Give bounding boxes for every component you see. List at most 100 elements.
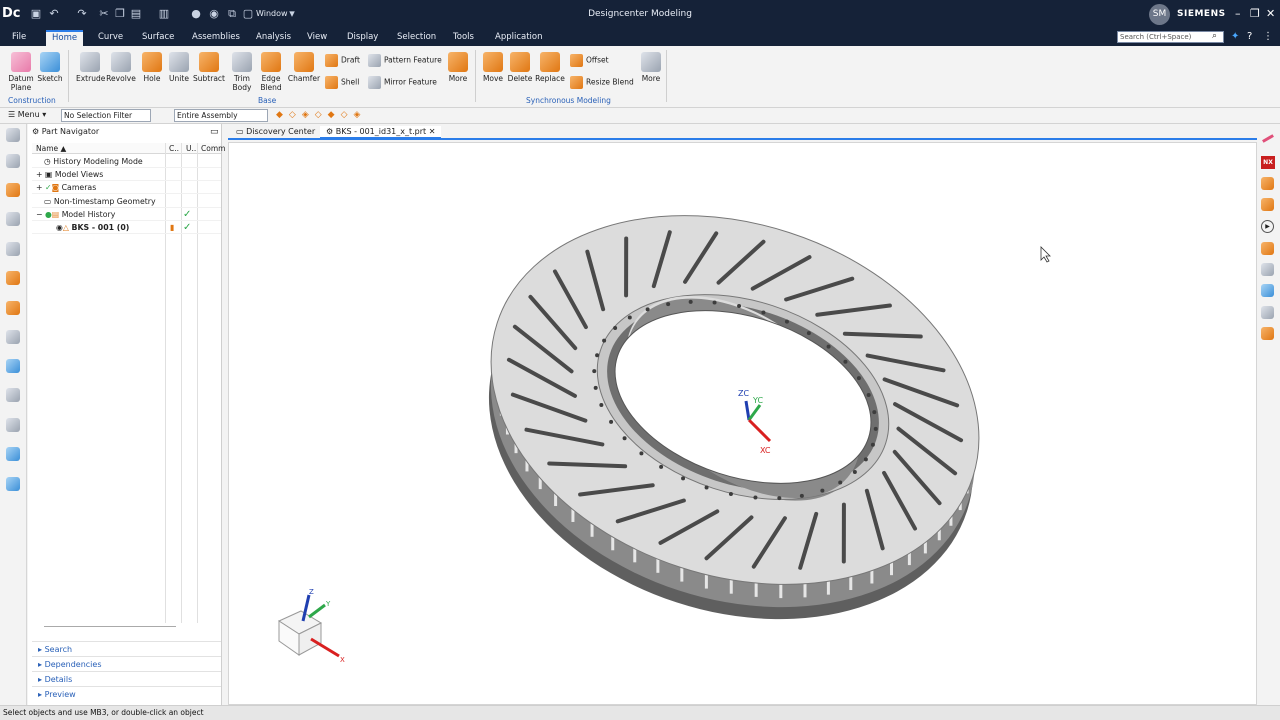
unite-button[interactable]: Unite: [166, 52, 192, 83]
close-icon[interactable]: ✕: [1266, 7, 1275, 20]
accordion-details[interactable]: ▸ Details: [32, 671, 221, 686]
selection-filter-dropdown[interactable]: No Selection Filter: [61, 109, 151, 122]
web-browser-icon[interactable]: [6, 359, 20, 373]
replace-button[interactable]: Replace: [534, 52, 566, 83]
sketch-button[interactable]: Sketch: [37, 52, 63, 83]
tab-application[interactable]: Application: [489, 31, 549, 46]
tab-discovery-center[interactable]: ▭ Discovery Center: [230, 126, 321, 137]
accordion-preview[interactable]: ▸ Preview: [32, 686, 221, 701]
mirror-feature-button[interactable]: Mirror Feature: [368, 76, 437, 89]
tab-assemblies[interactable]: Assemblies: [186, 31, 246, 46]
group-construction[interactable]: Construction: [8, 96, 56, 105]
settings-icon[interactable]: [6, 128, 20, 142]
col-current[interactable]: C..: [169, 144, 179, 153]
search-icon[interactable]: ⌕: [1212, 31, 1217, 41]
right-tool-icon-5[interactable]: [1261, 284, 1274, 297]
accordion-dependencies[interactable]: ▸ Dependencies: [32, 656, 221, 671]
bolt-hole: [866, 393, 871, 398]
nav-row-model-views[interactable]: + ▣ Model Views: [32, 168, 221, 181]
folder-icon: ▭: [44, 197, 54, 206]
right-tool-icon-7[interactable]: [1261, 327, 1274, 340]
nav-row-cameras[interactable]: + ✓◙ Cameras: [32, 181, 221, 194]
chamfer-button[interactable]: Chamfer: [287, 52, 321, 83]
tab-file[interactable]: File: [6, 31, 32, 46]
more-base-button[interactable]: More: [446, 52, 470, 83]
user-avatar[interactable]: SM: [1149, 4, 1170, 25]
maximize-panel-icon[interactable]: ▭: [210, 127, 219, 137]
draft-button[interactable]: Draft: [325, 54, 360, 67]
right-tool-icon-1[interactable]: [1261, 177, 1274, 190]
tab-analysis[interactable]: Analysis: [250, 31, 297, 46]
col-name[interactable]: Name ▲: [36, 144, 66, 153]
bolt-hole: [659, 464, 664, 469]
tab-tools[interactable]: Tools: [447, 31, 480, 46]
hd3d-icon[interactable]: [6, 271, 20, 285]
tab-part-file[interactable]: ⚙ BKS - 001_id31_x_t.prt ✕: [320, 126, 442, 139]
move-button[interactable]: Move: [480, 52, 506, 83]
more-sync-button[interactable]: More: [639, 52, 663, 83]
sketch-label: Sketch: [37, 74, 63, 83]
nav-row-non-timestamp[interactable]: ▭ Non-timestamp Geometry: [32, 195, 221, 208]
play-icon[interactable]: ▶: [1261, 220, 1274, 233]
tools-icon[interactable]: [6, 477, 20, 491]
subtract-button[interactable]: Subtract: [193, 52, 225, 83]
right-tool-icon-6[interactable]: [1261, 306, 1274, 319]
col-uptodate[interactable]: U..: [186, 144, 196, 153]
resize-blend-button[interactable]: Resize Blend: [570, 76, 634, 89]
group-base[interactable]: Base: [258, 96, 276, 105]
snap-icons[interactable]: ◆◇◈◇◆◇◈: [276, 110, 366, 120]
right-tool-icon-4[interactable]: [1261, 263, 1274, 276]
right-tool-icon-2[interactable]: [1261, 198, 1274, 211]
palette-icon[interactable]: [6, 447, 20, 461]
reuse-library-icon[interactable]: [6, 242, 20, 256]
offset-button[interactable]: Offset: [570, 54, 609, 67]
nav-row-history-mode[interactable]: ◷ History Modeling Mode: [32, 155, 221, 168]
hole-button[interactable]: Hole: [139, 52, 165, 83]
delete-button[interactable]: Delete: [507, 52, 533, 83]
menu-button[interactable]: ☰ Menu ▾: [8, 110, 46, 119]
tab-surface[interactable]: Surface: [136, 31, 180, 46]
tab-selection[interactable]: Selection: [391, 31, 442, 46]
process-studio-icon[interactable]: [6, 301, 20, 315]
shell-button[interactable]: Shell: [325, 76, 359, 89]
nx-icon[interactable]: NX: [1261, 156, 1275, 169]
close-tab-icon[interactable]: ✕: [429, 127, 436, 136]
edge-blend-button[interactable]: Edge Blend: [257, 52, 285, 92]
datum-plane-button[interactable]: Datum Plane: [6, 52, 36, 92]
cooling-vane: [611, 536, 615, 551]
revolve-button[interactable]: Revolve: [106, 52, 136, 83]
group-synchronous-modeling[interactable]: Synchronous Modeling: [526, 96, 611, 105]
graphics-window[interactable]: ZC YC XC Z Y X: [228, 142, 1257, 705]
roles-icon[interactable]: [6, 330, 20, 344]
nav-row-model-history[interactable]: − ●▤ Model History: [32, 208, 221, 221]
brake-disc-model[interactable]: ZC YC XC Z Y X: [229, 143, 1258, 706]
help-icon[interactable]: ?: [1247, 31, 1252, 42]
pin-icon[interactable]: ✦: [1231, 31, 1239, 42]
part-navigator-icon[interactable]: [6, 154, 20, 168]
extrude-button[interactable]: Extrude: [76, 52, 105, 83]
bolt-hole: [613, 325, 618, 330]
system-scenes-icon[interactable]: [6, 418, 20, 432]
right-tool-icon-3[interactable]: [1261, 242, 1274, 255]
tab-view[interactable]: View: [301, 31, 333, 46]
constraint-navigator-icon[interactable]: [6, 212, 20, 226]
col-comment[interactable]: Comm: [201, 144, 225, 153]
command-search-input[interactable]: Search (Ctrl+Space): [1117, 31, 1224, 43]
history-icon[interactable]: [6, 388, 20, 402]
minimize-icon[interactable]: –: [1235, 7, 1241, 20]
tab-home[interactable]: Home: [46, 30, 84, 46]
trim-body-button[interactable]: Trim Body: [228, 52, 256, 92]
more-options-icon[interactable]: ⋮: [1263, 31, 1273, 42]
tab-display[interactable]: Display: [341, 31, 384, 46]
restore-icon[interactable]: ❐: [1250, 7, 1260, 20]
nav-scrollbar[interactable]: [44, 626, 176, 627]
view-triad[interactable]: Z Y X: [277, 588, 345, 664]
pattern-feature-button[interactable]: Pattern Feature: [368, 54, 442, 67]
bolt-hole: [863, 457, 868, 462]
nav-row-bks[interactable]: ◉△ BKS - 001 (0): [32, 221, 221, 234]
accordion-search[interactable]: ▸ Search: [32, 641, 221, 656]
cooling-vane: [754, 582, 758, 597]
tab-curve[interactable]: Curve: [92, 31, 129, 46]
assembly-navigator-icon[interactable]: [6, 183, 20, 197]
selection-scope-dropdown[interactable]: Entire Assembly: [174, 109, 268, 122]
